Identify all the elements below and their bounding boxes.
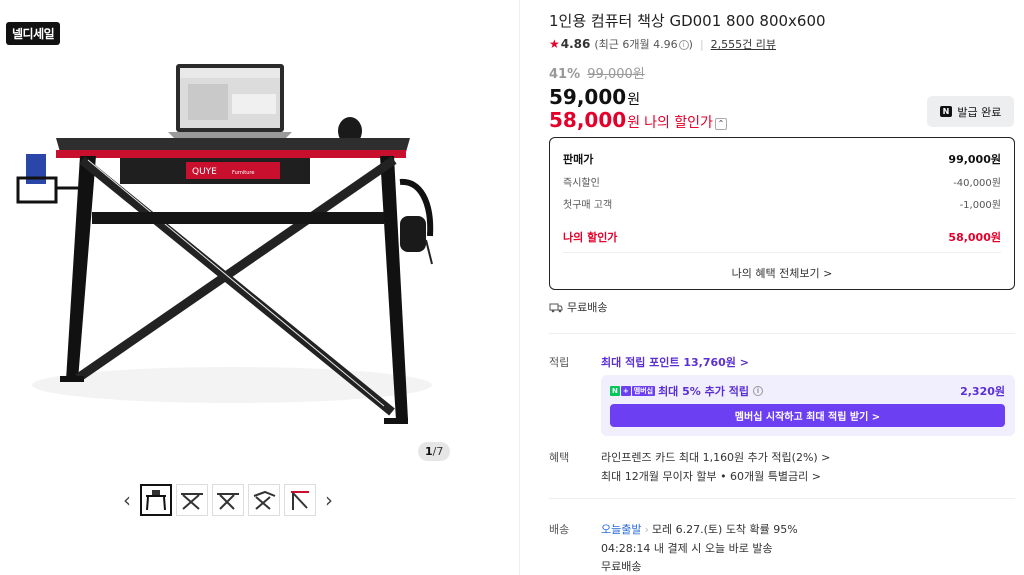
thumbnail-desk-icon [181, 493, 203, 510]
thumbnail-desk-icon [146, 490, 166, 511]
thumbnail-next-arrow[interactable]: › [320, 488, 338, 512]
benefit-card-link[interactable]: 라인프렌즈 카드 최대 1,160원 추가 적립(2%) > [601, 449, 830, 465]
thumbnail-desk-icon [217, 493, 239, 510]
column-divider [519, 0, 520, 575]
product-main-image[interactable]: QUYE Furniture [0, 40, 470, 460]
thumbnail-prev-arrow[interactable]: ‹ [118, 488, 136, 512]
image-gallery: 넬디세일 QUYE Furniture 1/7 ‹ › [0, 0, 520, 575]
benefits-label: 혜택 [549, 451, 570, 464]
truck-icon [549, 303, 563, 312]
membership-box: N + 멤버십 최대 5% 추가 적립 i 2,320원 멤버십 시작하고 최대 적… [601, 375, 1015, 436]
rating-recent: (최근 6개월 4.96 i) [594, 38, 693, 51]
rating-score: 4.86 [560, 37, 591, 51]
brand-sub-text: Furniture [232, 170, 254, 176]
free-shipping-row: 무료배송 [549, 299, 607, 315]
rating-separator: | [699, 37, 704, 51]
review-count-link[interactable]: 2,555건 리뷰 [711, 36, 776, 52]
info-icon[interactable]: i [752, 386, 763, 396]
thumbnail-4[interactable] [248, 484, 280, 516]
thumbnail-5[interactable] [284, 484, 316, 516]
brand-logo-text: QUYE [192, 167, 217, 177]
benefit-installment-link[interactable]: 최대 12개월 무이자 할부 • 60개월 특별금리 > [601, 468, 821, 484]
price-breakdown-box: 판매가 99,000원 즉시할인 -40,000원 첫구매 고객 -1,000원 나의… [549, 137, 1015, 290]
section-divider [549, 498, 1015, 499]
sale-price: 59,000원 [549, 85, 641, 109]
view-all-benefits-link[interactable]: 나의 혜택 전체보기 > [550, 265, 1014, 281]
membership-row: N + 멤버십 최대 5% 추가 적립 i 2,320원 [610, 385, 1005, 398]
star-icon: ★ [549, 37, 560, 51]
discount-rate: 41% [549, 67, 581, 82]
breakdown-my-price-row: 나의 할인가 58,000원 [563, 231, 1001, 244]
image-counter: 1/7 [418, 442, 451, 461]
dispatch-countdown: 04:28:14 내 결제 시 오늘 바로 발송 [601, 542, 773, 555]
coupon-icon: N [939, 106, 953, 117]
thumbnail-3[interactable] [212, 484, 244, 516]
start-membership-button[interactable]: 멤버십 시작하고 최대 적립 받기 > [610, 404, 1005, 427]
points-label: 적립 [549, 356, 570, 369]
thumbnail-2[interactable] [176, 484, 208, 516]
delivery-arrival-row: 오늘출발 › 모레 6.27.(토) 도착 확률 95% [601, 523, 798, 536]
breakdown-row: 첫구매 고객 -1,000원 [563, 200, 1001, 211]
thumbnail-desk-icon [253, 490, 276, 510]
thumbnail-1[interactable] [140, 484, 172, 516]
naver-plus-badge: N + 멤버십 [610, 386, 656, 396]
delivery-label: 배송 [549, 523, 570, 536]
coupon-issued-button[interactable]: N 발급 완료 [927, 96, 1014, 127]
delivery-fee: 무료배송 [601, 560, 642, 573]
chevron-up-icon[interactable]: ⌃ [714, 118, 727, 130]
today-dispatch-badge: 오늘출발 [601, 523, 642, 536]
breakdown-row: 판매가 99,000원 [563, 153, 1001, 166]
membership-amount: 2,320원 [960, 385, 1005, 398]
my-discount-price: 58,000원 나의 할인가 ⌃ [549, 108, 727, 132]
section-divider [549, 333, 1015, 334]
rating-row: ★ 4.86 (최근 6개월 4.96 i) | 2,555건 리뷰 [549, 36, 776, 52]
max-points-link[interactable]: 최대 적립 포인트 13,760원 > [601, 354, 749, 370]
thumbnail-strip: ‹ › [118, 484, 338, 516]
thumbnail-desk-icon [291, 491, 309, 510]
discount-row: 41% 99,000원 [549, 63, 645, 82]
breakdown-row: 즉시할인 -40,000원 [563, 178, 1001, 189]
info-icon[interactable]: i [678, 40, 689, 50]
product-title: 1인용 컴퓨터 책상 GD001 800 800x600 [549, 12, 826, 30]
original-price: 99,000원 [587, 67, 645, 82]
breakdown-divider [563, 252, 1001, 253]
